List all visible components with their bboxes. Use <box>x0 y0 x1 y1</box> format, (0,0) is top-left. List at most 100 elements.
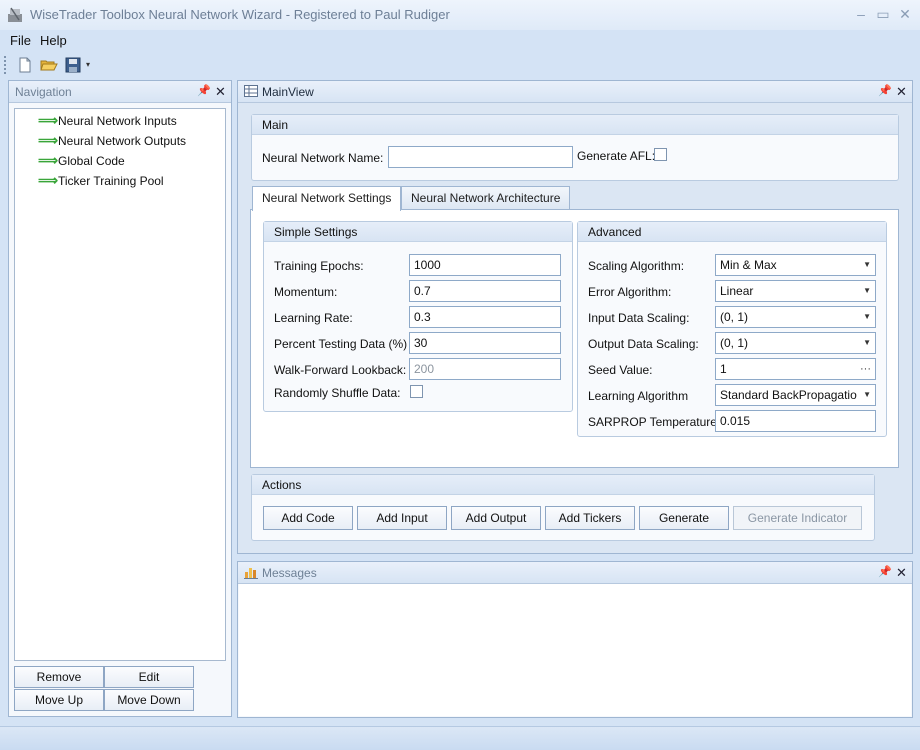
window-title: WiseTrader Toolbox Neural Network Wizard… <box>30 7 450 22</box>
seed-value-label: Seed Value: <box>588 363 653 377</box>
select-value: (0, 1) <box>720 336 749 350</box>
network-name-input[interactable] <box>388 146 573 168</box>
arrow-right-icon: ⟹ <box>38 152 59 168</box>
input-value: 1 <box>720 362 727 376</box>
toolbar <box>0 52 920 78</box>
messages-header: Messages 📌 ✕ <box>238 562 912 584</box>
scaling-algorithm-select[interactable]: Min & Max ▼ <box>715 254 876 276</box>
shuffle-checkbox[interactable] <box>410 385 423 398</box>
status-bar <box>0 726 920 750</box>
input-scaling-label: Input Data Scaling: <box>588 311 690 325</box>
sarprop-input[interactable]: 0.015 <box>715 410 876 432</box>
chevron-down-icon: ▼ <box>863 390 871 399</box>
main-group: Main <box>251 114 899 181</box>
walk-forward-input[interactable]: 200 <box>409 358 561 380</box>
percent-testing-input[interactable]: 30 <box>409 332 561 354</box>
walk-forward-label: Walk-Forward Lookback: <box>274 363 407 377</box>
close-icon[interactable]: ✕ <box>896 84 907 100</box>
move-down-button[interactable]: Move Down <box>104 689 194 711</box>
add-output-button[interactable]: Add Output <box>451 506 541 530</box>
maximize-icon[interactable]: ▭ <box>873 5 893 23</box>
chevron-down-icon: ▼ <box>863 286 871 295</box>
nav-item-label: Global Code <box>58 154 125 168</box>
learning-algorithm-select[interactable]: Standard BackPropagatio ▼ <box>715 384 876 406</box>
shuffle-label: Randomly Shuffle Data: <box>274 386 401 400</box>
error-algorithm-select[interactable]: Linear ▼ <box>715 280 876 302</box>
nav-item-label: Neural Network Inputs <box>58 114 177 128</box>
pin-icon[interactable]: 📌 <box>197 84 211 97</box>
ellipsis-icon[interactable]: ··· <box>860 359 871 379</box>
main-view-header: MainView 📌 ✕ <box>238 81 912 103</box>
error-algorithm-label: Error Algorithm: <box>588 285 672 299</box>
nav-item-label: Neural Network Outputs <box>58 134 187 148</box>
messages-area[interactable] <box>239 584 911 716</box>
navigation-tree <box>14 108 226 661</box>
generate-indicator-button[interactable]: Generate Indicator <box>733 506 862 530</box>
add-input-button[interactable]: Add Input <box>357 506 447 530</box>
learning-rate-label: Learning Rate: <box>274 311 353 325</box>
learning-algorithm-label: Learning Algorithm <box>588 389 689 403</box>
arrow-right-icon: ⟹ <box>38 112 59 128</box>
output-scaling-select[interactable]: (0, 1) ▼ <box>715 332 876 354</box>
seed-value-input[interactable]: 1 ··· <box>715 358 876 380</box>
edit-button[interactable]: Edit <box>104 666 194 688</box>
momentum-label: Momentum: <box>274 285 338 299</box>
add-tickers-button[interactable]: Add Tickers <box>545 506 635 530</box>
close-icon[interactable]: ✕ <box>896 565 907 581</box>
select-value: (0, 1) <box>720 310 749 324</box>
minimize-icon[interactable]: – <box>851 5 871 23</box>
arrow-right-icon: ⟹ <box>38 172 59 188</box>
close-icon[interactable]: ✕ <box>215 84 226 100</box>
toolbar-overflow-icon[interactable]: ▾ <box>86 60 90 69</box>
generate-button[interactable]: Generate <box>639 506 729 530</box>
learning-rate-input[interactable]: 0.3 <box>409 306 561 328</box>
grid-icon <box>244 85 258 97</box>
select-value: Min & Max <box>720 258 777 272</box>
network-name-label: Neural Network Name: <box>262 151 384 165</box>
navigation-header: Navigation 📌 ✕ <box>9 81 231 103</box>
select-value: Standard BackPropagatio <box>720 388 857 402</box>
generate-afl-checkbox[interactable] <box>654 148 667 161</box>
main-group-title: Main <box>252 115 898 135</box>
input-scaling-select[interactable]: (0, 1) ▼ <box>715 306 876 328</box>
pin-icon[interactable]: 📌 <box>878 84 892 97</box>
nav-item-ticker-pool[interactable]: ⟹Ticker Training Pool <box>38 172 164 190</box>
navigation-title: Navigation <box>15 85 72 99</box>
nav-item-label: Ticker Training Pool <box>58 174 164 188</box>
momentum-input[interactable]: 0.7 <box>409 280 561 302</box>
remove-button[interactable]: Remove <box>14 666 104 688</box>
scaling-algorithm-label: Scaling Algorithm: <box>588 259 685 273</box>
actions-title: Actions <box>252 475 874 495</box>
chevron-down-icon: ▼ <box>863 260 871 269</box>
advanced-title: Advanced <box>578 222 886 242</box>
menu-help[interactable]: Help <box>40 33 67 48</box>
tab-neural-network-architecture[interactable]: Neural Network Architecture <box>401 186 571 209</box>
main-view-title: MainView <box>262 85 314 99</box>
chevron-down-icon: ▼ <box>863 312 871 321</box>
save-icon[interactable] <box>64 56 82 74</box>
new-file-icon[interactable] <box>16 56 34 74</box>
tab-neural-network-settings[interactable]: Neural Network Settings <box>252 186 402 211</box>
pin-icon[interactable]: 📌 <box>878 565 892 578</box>
training-epochs-input[interactable]: 1000 <box>409 254 561 276</box>
toolbar-grip[interactable] <box>4 56 7 74</box>
menu-file[interactable]: File <box>10 33 31 48</box>
simple-settings-title: Simple Settings <box>264 222 572 242</box>
nav-item-outputs[interactable]: ⟹Neural Network Outputs <box>38 132 186 150</box>
bar-chart-icon <box>244 568 258 579</box>
open-folder-icon[interactable] <box>40 56 58 74</box>
training-epochs-label: Training Epochs: <box>274 259 364 273</box>
move-up-button[interactable]: Move Up <box>14 689 104 711</box>
messages-title: Messages <box>262 566 317 580</box>
app-icon <box>8 7 22 22</box>
generate-afl-label: Generate AFL: <box>577 149 656 163</box>
sarprop-label: SARPROP Temperature <box>588 415 717 429</box>
add-code-button[interactable]: Add Code <box>263 506 353 530</box>
output-scaling-label: Output Data Scaling: <box>588 337 699 351</box>
nav-item-inputs[interactable]: ⟹Neural Network Inputs <box>38 112 177 130</box>
chevron-down-icon: ▼ <box>863 338 871 347</box>
percent-testing-label: Percent Testing Data (%) <box>274 337 408 351</box>
menu-bar <box>0 30 920 52</box>
nav-item-global-code[interactable]: ⟹Global Code <box>38 152 125 170</box>
close-icon[interactable]: ✕ <box>895 5 915 23</box>
